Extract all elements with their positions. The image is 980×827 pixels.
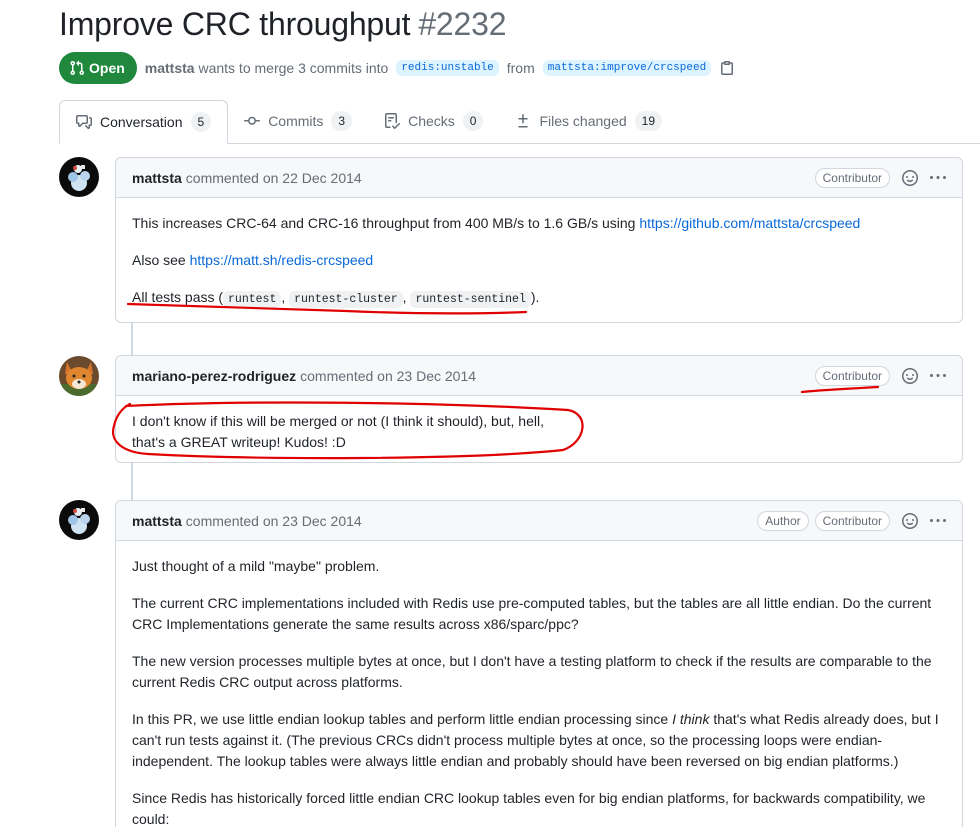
comment-paragraph: Also see https://matt.sh/redis-crcspeed <box>132 250 946 271</box>
tab-commits[interactable]: Commits 3 <box>228 99 368 143</box>
pr-title: Improve CRC throughput #2232 <box>59 6 507 43</box>
tab-files-changed-label: Files changed <box>539 113 627 129</box>
comment-card: mattsta commented on 23 Dec 2014 Author … <box>115 500 963 827</box>
pr-meta: Open mattsta wants to merge 3 commits in… <box>59 52 735 84</box>
emphasis-text: I think <box>672 711 710 727</box>
from-text: from <box>506 60 535 76</box>
blog-post-link[interactable]: https://matt.sh/redis-crcspeed <box>190 252 374 268</box>
crcspeed-repo-link[interactable]: https://github.com/mattsta/crcspeed <box>639 215 860 231</box>
pr-tabs: Conversation 5 Commits 3 Checks 0 Files … <box>59 100 980 144</box>
comment-body: This increases CRC-64 and CRC-16 through… <box>116 198 962 310</box>
checklist-icon <box>385 113 401 129</box>
head-branch[interactable]: mattsta:improve/crcspeed <box>542 60 712 76</box>
git-pull-request-icon <box>70 60 85 76</box>
comment-header: mattsta commented on 23 Dec 2014 Author … <box>116 501 962 541</box>
paragraph-text: In this PR, we use little endian lookup … <box>132 711 673 727</box>
author-badge: Author <box>757 510 809 531</box>
comment-paragraph: The current CRC implementations included… <box>132 595 932 632</box>
state-label: Open <box>89 60 125 76</box>
tab-conversation-count: 5 <box>190 112 212 132</box>
file-diff-icon <box>518 114 529 128</box>
git-commit-icon <box>244 116 261 125</box>
comment-card: mattsta commented on 22 Dec 2014 Contrib… <box>115 157 963 323</box>
pr-number: #2232 <box>418 6 507 42</box>
avatar-mattsta[interactable] <box>59 157 99 197</box>
comment-paragraph: In this PR, we use little endian lookup … <box>132 709 946 772</box>
comment-line: I don't know if this will be merged or n… <box>132 413 544 429</box>
contributor-badge: Contributor <box>814 365 890 386</box>
tab-commits-count: 3 <box>331 111 353 131</box>
tab-commits-label: Commits <box>268 113 324 129</box>
timeline-line <box>131 322 133 356</box>
comment-paragraph: Since Redis has historically forced litt… <box>132 790 926 827</box>
comment-paragraph: This increases CRC-64 and CRC-16 through… <box>132 213 946 234</box>
kebab-menu-icon[interactable] <box>930 368 946 384</box>
kebab-menu-icon[interactable] <box>930 513 946 529</box>
pr-title-text: Improve CRC throughput <box>59 6 411 42</box>
kebab-menu-icon[interactable] <box>930 170 946 186</box>
contributor-badge: Contributor <box>814 510 890 531</box>
comment-paragraph: All tests pass (runtest, runtest-cluster… <box>132 287 946 310</box>
tab-conversation-label: Conversation <box>100 114 183 130</box>
comment-body: Just thought of a mild "maybe" problem. … <box>116 541 962 827</box>
avatar-mariano-perez-rodriguez[interactable] <box>59 356 99 396</box>
paragraph-text: Also see <box>132 252 190 268</box>
contributor-badge: Contributor <box>814 167 890 188</box>
smiley-icon[interactable] <box>902 169 918 186</box>
comment-body: I don't know if this will be merged or n… <box>116 396 962 453</box>
separator: , <box>281 289 286 305</box>
inline-code: runtest-cluster <box>289 291 403 308</box>
comment-card: mariano-perez-rodriguez commented on 23 … <box>115 355 963 463</box>
inline-code: runtest-sentinel <box>410 291 531 308</box>
comment-discussion-icon <box>76 115 92 129</box>
copy-icon[interactable] <box>719 60 735 76</box>
separator: , <box>402 289 407 305</box>
inline-code: runtest <box>223 291 282 308</box>
avatar-mattsta[interactable] <box>59 500 99 540</box>
comment-line: that's a GREAT writeup! Kudos! :D <box>132 434 346 450</box>
tab-checks[interactable]: Checks 0 <box>368 99 499 143</box>
pr-author-link[interactable]: mattsta <box>145 60 195 76</box>
paragraph-text: ). <box>530 289 540 305</box>
tab-checks-label: Checks <box>408 113 455 129</box>
comment-header: mattsta commented on 22 Dec 2014 Contrib… <box>116 158 962 198</box>
smiley-icon[interactable] <box>902 367 918 384</box>
comment-timestamp[interactable]: commented on 23 Dec 2014 <box>186 513 362 529</box>
tab-files-changed[interactable]: Files changed 19 <box>499 99 678 143</box>
comment-header: mariano-perez-rodriguez commented on 23 … <box>116 356 962 396</box>
comment-timestamp[interactable]: commented on 23 Dec 2014 <box>300 368 476 384</box>
tab-files-changed-count: 19 <box>634 111 663 131</box>
tab-checks-count: 0 <box>462 111 484 131</box>
base-branch[interactable]: redis:unstable <box>396 60 499 76</box>
paragraph-text: All tests pass ( <box>132 289 224 305</box>
comment-timestamp[interactable]: commented on 22 Dec 2014 <box>186 170 362 186</box>
timeline-line <box>131 462 133 501</box>
paragraph-text: This increases CRC-64 and CRC-16 through… <box>132 215 640 231</box>
comment-author[interactable]: mattsta <box>132 170 182 186</box>
comment-author[interactable]: mattsta <box>132 513 182 529</box>
merge-text: wants to merge 3 commits into <box>198 60 389 76</box>
comment-author[interactable]: mariano-perez-rodriguez <box>132 368 296 384</box>
smiley-icon[interactable] <box>902 512 918 529</box>
state-badge: Open <box>59 52 137 84</box>
tab-conversation[interactable]: Conversation 5 <box>59 100 229 144</box>
comment-paragraph: Just thought of a mild "maybe" problem. <box>132 558 380 574</box>
comment-paragraph: The new version processes multiple bytes… <box>132 653 932 690</box>
